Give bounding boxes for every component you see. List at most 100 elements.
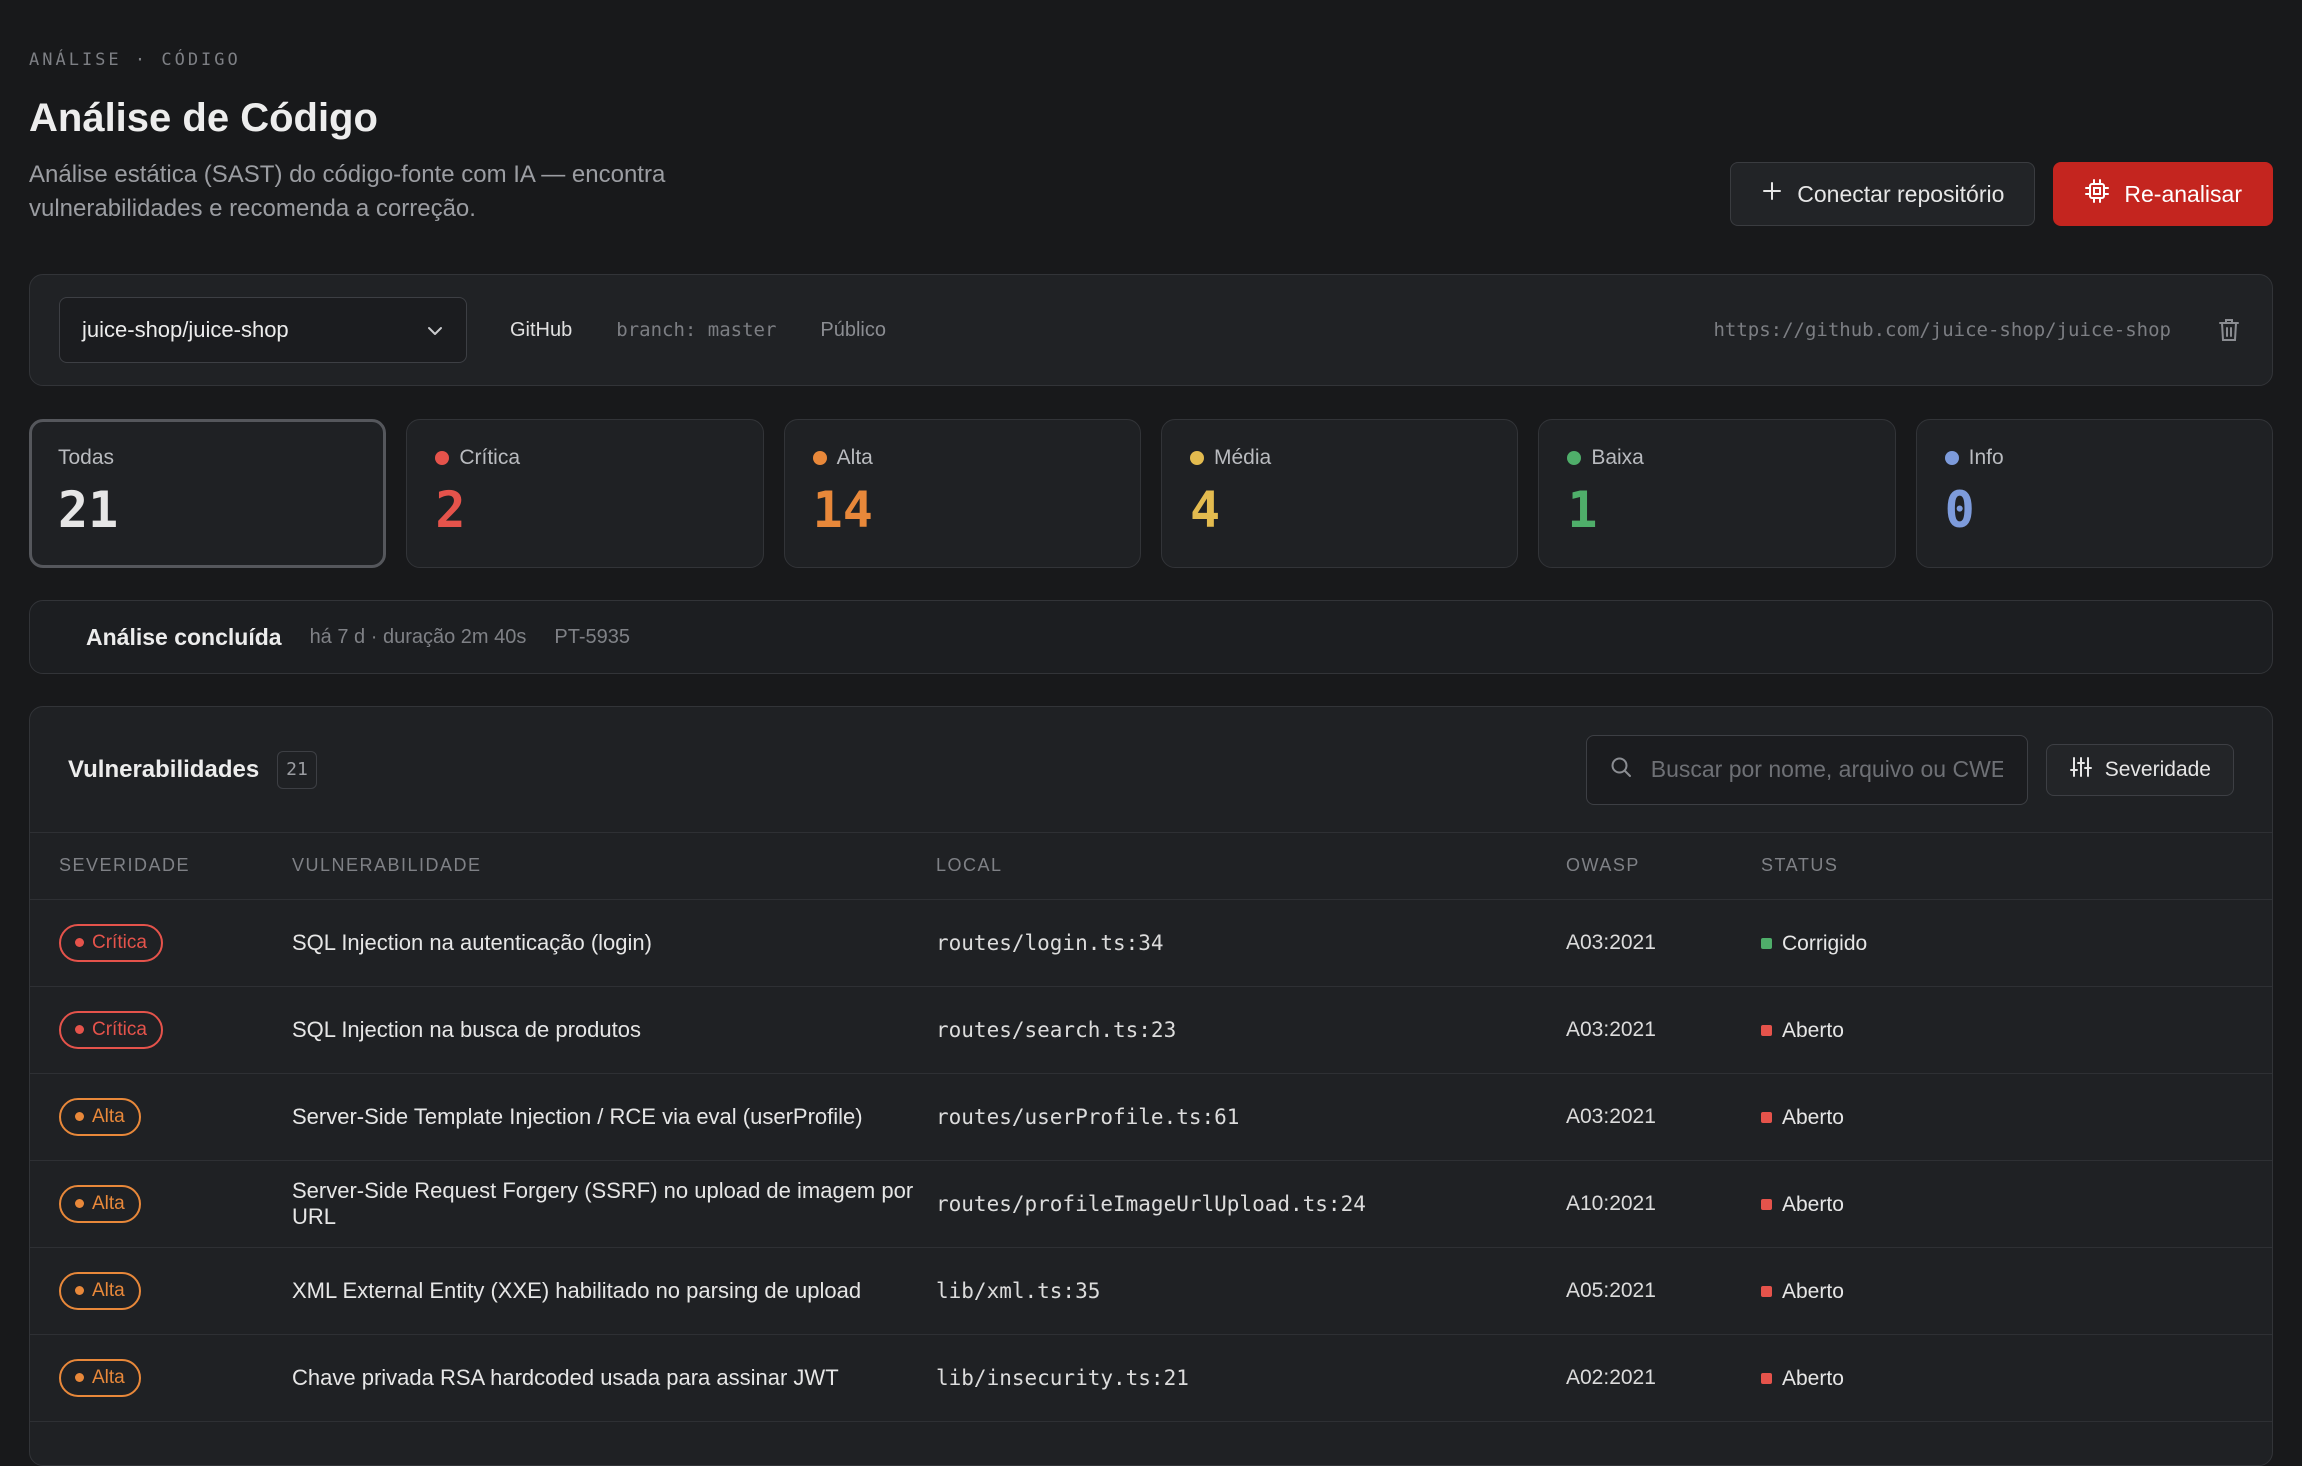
stat-label: Baixa bbox=[1567, 446, 1866, 470]
sliders-icon bbox=[2069, 755, 2093, 785]
reanalyze-label: Re-analisar bbox=[2124, 180, 2242, 207]
scan-status-bar: Análise concluída há 7 d · duração 2m 40… bbox=[29, 600, 2273, 674]
table-row[interactable]: Alta Server-Side Request Forgery (SSRF) … bbox=[30, 1160, 2272, 1248]
stat-card-critica[interactable]: Crítica 2 bbox=[406, 419, 764, 568]
column-header-owasp[interactable]: OWASP bbox=[1566, 833, 1761, 900]
vulnerabilities-table: SEVERIDADE VULNERABILIDADE LOCAL OWASP S… bbox=[30, 833, 2272, 1422]
vulnerability-location: routes/profileImageUrlUpload.ts:24 bbox=[936, 1160, 1566, 1248]
table-row[interactable]: Crítica SQL Injection na autenticação (l… bbox=[30, 899, 2272, 987]
severity-badge: Alta bbox=[59, 1097, 141, 1136]
severity-dot-icon bbox=[1567, 451, 1582, 465]
repo-branch: branch: master bbox=[616, 319, 777, 341]
search-input[interactable] bbox=[1648, 755, 2005, 784]
vulnerability-title: Server-Side Request Forgery (SSRF) no up… bbox=[292, 1160, 936, 1248]
table-row[interactable]: Alta Server-Side Template Injection / RC… bbox=[30, 1073, 2272, 1161]
trash-icon[interactable] bbox=[2215, 316, 2243, 344]
stat-value: 4 bbox=[1189, 481, 1221, 539]
vulnerability-location: routes/search.ts:23 bbox=[936, 986, 1566, 1074]
stat-card-media[interactable]: Média 4 bbox=[1160, 419, 1519, 568]
stat-value: 0 bbox=[1944, 481, 1975, 539]
vulnerability-location: lib/xml.ts:35 bbox=[936, 1247, 1566, 1335]
status-badge: Aberto bbox=[1761, 1019, 1844, 1043]
chevron-down-icon bbox=[426, 317, 444, 343]
severity-badge: Crítica bbox=[59, 923, 163, 962]
severity-badge: Crítica bbox=[59, 1010, 163, 1049]
stat-label: Média bbox=[1189, 446, 1489, 470]
vulnerability-location: routes/userProfile.ts:61 bbox=[936, 1073, 1566, 1161]
vulnerability-owasp: A02:2021 bbox=[1566, 1334, 1761, 1422]
status-badge: Aberto bbox=[1761, 1367, 1844, 1391]
header-actions: Conectar repositório Re-analisar bbox=[1730, 162, 2273, 226]
page-subtitle: Análise estática (SAST) do código-fonte … bbox=[29, 161, 666, 222]
status-badge: Aberto bbox=[1761, 1193, 1844, 1217]
stat-label: Alta bbox=[812, 446, 1112, 470]
severity-badge: Alta bbox=[59, 1271, 141, 1310]
severity-dot-icon bbox=[812, 451, 827, 465]
severity-dot-icon bbox=[435, 451, 450, 465]
scan-status: Análise concluída bbox=[86, 623, 282, 650]
vulnerability-owasp: A10:2021 bbox=[1566, 1160, 1761, 1248]
severity-dot-icon bbox=[1944, 451, 1959, 465]
severity-dot-icon bbox=[75, 1199, 84, 1208]
vulnerability-title: SQL Injection na autenticação (login) bbox=[292, 899, 936, 987]
vulnerability-title: Chave privada RSA hardcoded usada para a… bbox=[292, 1334, 936, 1422]
severity-filter-button[interactable]: Severidade bbox=[2045, 743, 2234, 796]
vulnerability-owasp: A05:2021 bbox=[1566, 1247, 1761, 1335]
status-square-icon bbox=[1761, 1199, 1772, 1211]
reanalyze-button[interactable]: Re-analisar bbox=[2053, 162, 2273, 226]
column-header-vulnerability[interactable]: VULNERABILIDADE bbox=[292, 833, 936, 900]
stat-card-todas[interactable]: Todas 21 bbox=[29, 419, 387, 568]
status-square-icon bbox=[1761, 1112, 1772, 1124]
stat-card-baixa[interactable]: Baixa 1 bbox=[1538, 419, 1896, 568]
repo-provider: GitHub bbox=[510, 318, 573, 341]
vulnerability-title: Server-Side Template Injection / RCE via… bbox=[292, 1073, 936, 1161]
repository-select-value: juice-shop/juice-shop bbox=[82, 317, 289, 342]
connect-repo-label: Conectar repositório bbox=[1797, 180, 2005, 207]
vulnerability-title: XML External Entity (XXE) habilitado no … bbox=[292, 1247, 936, 1335]
status-square-icon bbox=[1761, 1286, 1772, 1298]
column-header-status[interactable]: STATUS bbox=[1761, 833, 2272, 900]
repo-url[interactable]: https://github.com/juice-shop/juice-shop bbox=[1713, 319, 2171, 341]
search-icon bbox=[1609, 755, 1633, 784]
column-header-severity[interactable]: SEVERIDADE bbox=[30, 833, 292, 900]
status-badge: Aberto bbox=[1761, 1106, 1844, 1130]
vulnerability-owasp: A03:2021 bbox=[1566, 1073, 1761, 1161]
status-square-icon bbox=[1761, 1373, 1772, 1385]
severity-dot-icon bbox=[75, 1112, 84, 1121]
status-badge: Aberto bbox=[1761, 1280, 1844, 1304]
status-square-icon bbox=[1761, 938, 1772, 950]
stat-card-info[interactable]: Info 0 bbox=[1915, 419, 2273, 568]
stat-value: 14 bbox=[812, 481, 873, 539]
severity-dot-icon bbox=[75, 938, 84, 947]
table-row[interactable]: Crítica SQL Injection na busca de produt… bbox=[30, 986, 2272, 1074]
connect-repo-button[interactable]: Conectar repositório bbox=[1730, 162, 2036, 226]
stat-value: 2 bbox=[435, 481, 466, 539]
vulnerabilities-header: Vulnerabilidades 21 Severidade bbox=[30, 707, 2272, 833]
table-row[interactable]: Alta XML External Entity (XXE) habilitad… bbox=[30, 1247, 2272, 1335]
stat-label: Todas bbox=[58, 446, 115, 469]
severity-dot-icon bbox=[1189, 451, 1204, 465]
vulnerability-location: routes/login.ts:34 bbox=[936, 899, 1566, 987]
stat-label: Crítica bbox=[435, 446, 734, 470]
repository-select[interactable]: juice-shop/juice-shop bbox=[59, 297, 467, 363]
chip-icon bbox=[2084, 178, 2110, 210]
severity-badge: Alta bbox=[59, 1184, 141, 1223]
breadcrumb: ANÁLISE · CÓDIGO bbox=[29, 50, 241, 70]
scan-id: PT-5935 bbox=[554, 625, 630, 648]
repository-bar: juice-shop/juice-shop GitHub branch: mas… bbox=[29, 274, 2273, 386]
column-header-location[interactable]: LOCAL bbox=[936, 833, 1566, 900]
page-title: Análise de Código bbox=[29, 96, 378, 140]
vulnerability-title: SQL Injection na busca de produtos bbox=[292, 986, 936, 1074]
table-row[interactable]: Alta Chave privada RSA hardcoded usada p… bbox=[30, 1334, 2272, 1422]
severity-dot-icon bbox=[75, 1286, 84, 1295]
severity-dot-icon bbox=[75, 1373, 84, 1382]
vulnerability-location: lib/insecurity.ts:21 bbox=[936, 1334, 1566, 1422]
repo-visibility: Público bbox=[820, 318, 887, 341]
stat-label: Info bbox=[1944, 446, 2244, 470]
severity-filter-label: Severidade bbox=[2104, 757, 2211, 781]
stat-card-alta[interactable]: Alta 14 bbox=[783, 419, 1141, 568]
severity-dot-icon bbox=[75, 1025, 84, 1034]
vulnerabilities-panel: Vulnerabilidades 21 Severidade bbox=[29, 706, 2273, 1466]
vulnerability-owasp: A03:2021 bbox=[1566, 899, 1761, 987]
plus-icon bbox=[1761, 180, 1783, 208]
